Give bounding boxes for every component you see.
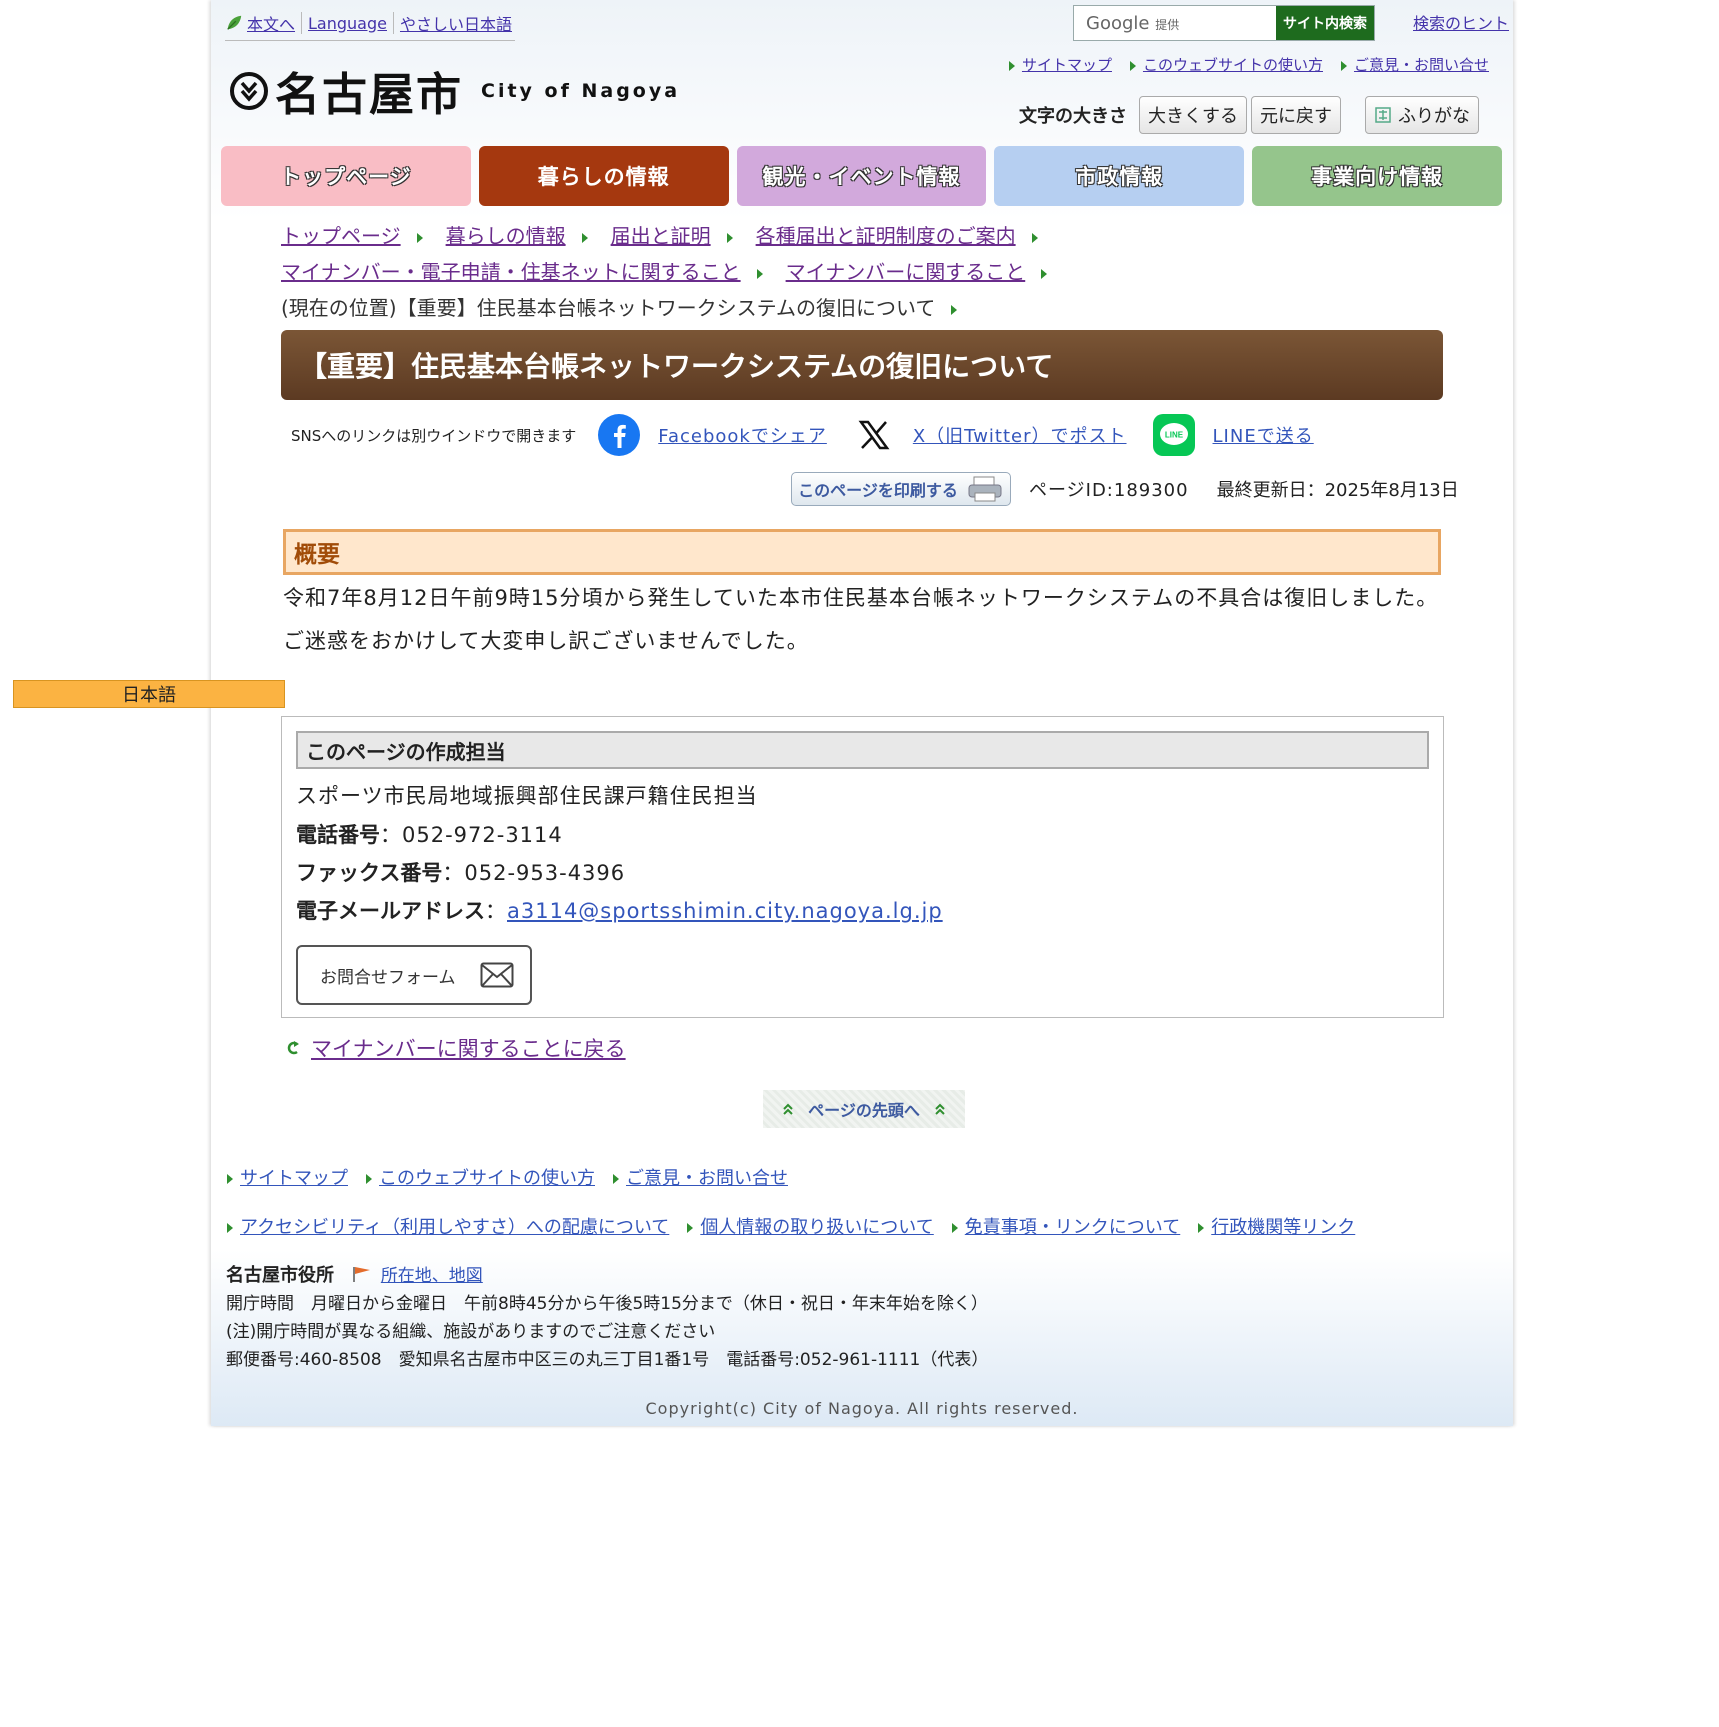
copyright: Copyright(c) City of Nagoya. All rights …: [645, 1399, 1079, 1418]
footer-link[interactable]: このウェブサイトの使い方: [366, 1164, 595, 1190]
sns-note: SNSへのリンクは別ウインドウで開きます: [291, 426, 577, 445]
return-arrow-icon: [287, 1041, 299, 1055]
leaf-icon: [227, 15, 242, 30]
x-icon[interactable]: [853, 414, 895, 456]
office-address: 郵便番号:460-8508 愛知県名古屋市中区三の丸三丁目1番1号 電話番号:0…: [226, 1350, 989, 1370]
flag-icon: [353, 1267, 371, 1282]
furigana-button[interactable]: ふりがな: [1365, 96, 1479, 134]
breadcrumb: トップページ 暮らしの情報 届出と証明 各種届出と証明制度のご案内 マイナンバー・電子…: [281, 218, 1481, 326]
mail-icon: [480, 962, 513, 988]
site-search-button[interactable]: サイト内検索: [1276, 6, 1374, 40]
nav-tab-city[interactable]: 市政情報: [994, 146, 1245, 206]
breadcrumb-item[interactable]: マイナンバー・電子申請・住基ネットに関すること: [281, 260, 741, 284]
x-share-link[interactable]: X（旧Twitter）でポスト: [913, 422, 1127, 448]
office-hours: 開庁時間 月曜日から金曜日 午前8時45分から午後5時15分まで（休日・祝日・年…: [226, 1294, 988, 1314]
contact-email: 電子メールアドレス：a3114@sportsshimin.city.nagoya…: [296, 899, 943, 923]
furigana-icon: [1375, 107, 1391, 123]
font-larger-button[interactable]: 大きくする: [1139, 96, 1247, 134]
line-share-link[interactable]: LINEで送る: [1213, 422, 1314, 448]
nav-tab-top[interactable]: トップページ: [221, 146, 471, 206]
double-chevron-up-icon: [783, 1103, 793, 1115]
inquiry-form-button[interactable]: お問合せフォーム: [296, 945, 532, 1005]
nav-tab-business[interactable]: 事業向け情報: [1252, 146, 1502, 206]
summary-text: ご迷惑をおかけして大変申し訳ございませんでした。: [283, 629, 809, 653]
email-link[interactable]: a3114@sportsshimin.city.nagoya.lg.jp: [507, 899, 943, 923]
footer-link[interactable]: サイトマップ: [227, 1164, 348, 1190]
search-input[interactable]: Google 提供 サイト内検索: [1073, 5, 1375, 41]
office-map-link[interactable]: 所在地、地図: [381, 1266, 483, 1286]
font-reset-button[interactable]: 元に戻す: [1251, 96, 1341, 134]
footer-link[interactable]: 免責事項・リンクについて: [951, 1213, 1180, 1239]
contact-tel: 電話番号：052-972-3114: [296, 823, 563, 847]
breadcrumb-item[interactable]: マイナンバーに関すること: [786, 260, 1026, 284]
breadcrumb-item[interactable]: 届出と証明: [611, 224, 711, 248]
footer-link[interactable]: ご意見・お問い合せ: [613, 1164, 788, 1190]
header-link-howto[interactable]: このウェブサイトの使い方: [1129, 54, 1323, 75]
contact-heading: このページの作成担当: [296, 731, 1429, 769]
page-id: ページID:189300: [1029, 480, 1189, 501]
summary-text: 令和7年8月12日午前9時15分頃から発生していた本市住民基本台帳ネットワークシ…: [283, 586, 1439, 610]
breadcrumb-current: (現在の位置)【重要】住民基本台帳ネットワークシステムの復旧について: [281, 296, 936, 320]
global-nav: トップページ 暮らしの情報 観光・イベント情報 市政情報 事業向け情報: [221, 146, 1502, 206]
search-placeholder: Google 提供: [1086, 12, 1180, 34]
language-link[interactable]: Language: [308, 14, 387, 33]
city-emblem-icon: [230, 71, 268, 110]
divider: [301, 12, 303, 34]
footer-link[interactable]: 行政機関等リンク: [1198, 1213, 1355, 1239]
search-hint-link[interactable]: 検索のヒント: [1413, 10, 1509, 34]
page-meta-row: このページを印刷する ページID:189300 最終更新日：2025年8月13日: [791, 472, 1459, 506]
breadcrumb-item[interactable]: トップページ: [281, 224, 401, 248]
logo-title: 名古屋市: [275, 68, 464, 121]
contact-fax: ファックス番号：052-953-4396: [296, 861, 626, 885]
header-link-sitemap[interactable]: サイトマップ: [1008, 54, 1112, 75]
page-container: 本文へ Language やさしい日本語 名古屋市 City of Nagoya…: [211, 0, 1513, 1426]
font-size-label: 文字の大きさ: [1019, 106, 1127, 127]
summary-heading: 概要: [283, 529, 1441, 575]
line-icon-text: LINE: [1164, 431, 1183, 440]
sns-share-row: SNSへのリンクは別ウインドウで開きます Facebookでシェア X（旧Twi…: [291, 414, 1340, 456]
skip-to-content-link[interactable]: 本文へ: [247, 11, 295, 35]
divider: [392, 12, 394, 34]
header-links: サイトマップ このウェブサイトの使い方 ご意見・お問い合せ: [1008, 54, 1489, 75]
breadcrumb-item[interactable]: 各種届出と証明制度のご案内: [756, 224, 1016, 248]
font-size-controls: 文字の大きさ 大きくする 元に戻す ふりがな: [1019, 96, 1479, 134]
double-chevron-up-icon: [935, 1103, 945, 1115]
contact-department: スポーツ市民局地域振興部住民課戸籍住民担当: [296, 784, 758, 808]
office-info: 名古屋市役所 所在地、地図 開庁時間 月曜日から金曜日 午前8時45分から午後5…: [226, 1262, 988, 1374]
easy-japanese-link[interactable]: やさしい日本語: [400, 11, 512, 35]
footer-link[interactable]: アクセシビリティ（利用しやすさ）への配慮について: [227, 1213, 669, 1239]
facebook-share-link[interactable]: Facebookでシェア: [658, 422, 827, 448]
nav-tab-life[interactable]: 暮らしの情報: [478, 146, 729, 206]
breadcrumb-item[interactable]: 暮らしの情報: [446, 224, 566, 248]
logo-english: City of Nagoya: [481, 79, 681, 102]
printer-icon: [968, 476, 1002, 502]
footer-links: アクセシビリティ（利用しやすさ）への配慮について 個人情報の取り扱いについて 免…: [227, 1213, 1355, 1239]
header-link-contact[interactable]: ご意見・お問い合せ: [1340, 54, 1489, 75]
line-icon[interactable]: LINE: [1152, 414, 1195, 456]
footer-links: サイトマップ このウェブサイトの使い方 ご意見・お問い合せ: [227, 1164, 788, 1190]
contact-box: このページの作成担当 スポーツ市民局地域振興部住民課戸籍住民担当 電話番号：05…: [281, 716, 1444, 1018]
site-logo[interactable]: 名古屋市 City of Nagoya: [229, 58, 680, 123]
last-updated: 最終更新日：2025年8月13日: [1216, 480, 1459, 501]
utility-links: 本文へ Language やさしい日本語: [225, 6, 515, 41]
nav-tab-tourism[interactable]: 観光・イベント情報: [736, 146, 987, 206]
page-title: 【重要】住民基本台帳ネットワークシステムの復旧について: [281, 330, 1443, 400]
language-tab[interactable]: 日本語: [13, 680, 285, 708]
facebook-icon[interactable]: [598, 414, 641, 456]
office-name: 名古屋市役所: [226, 1265, 334, 1286]
page-top-button[interactable]: ページの先頭へ: [763, 1090, 965, 1128]
office-note: (注)開庁時間が異なる組織、施設がありますのでご注意ください: [226, 1322, 716, 1342]
footer-link[interactable]: 個人情報の取り扱いについて: [687, 1213, 934, 1239]
back-link[interactable]: マイナンバーに関することに戻る: [285, 1033, 626, 1063]
print-button[interactable]: このページを印刷する: [791, 472, 1011, 506]
